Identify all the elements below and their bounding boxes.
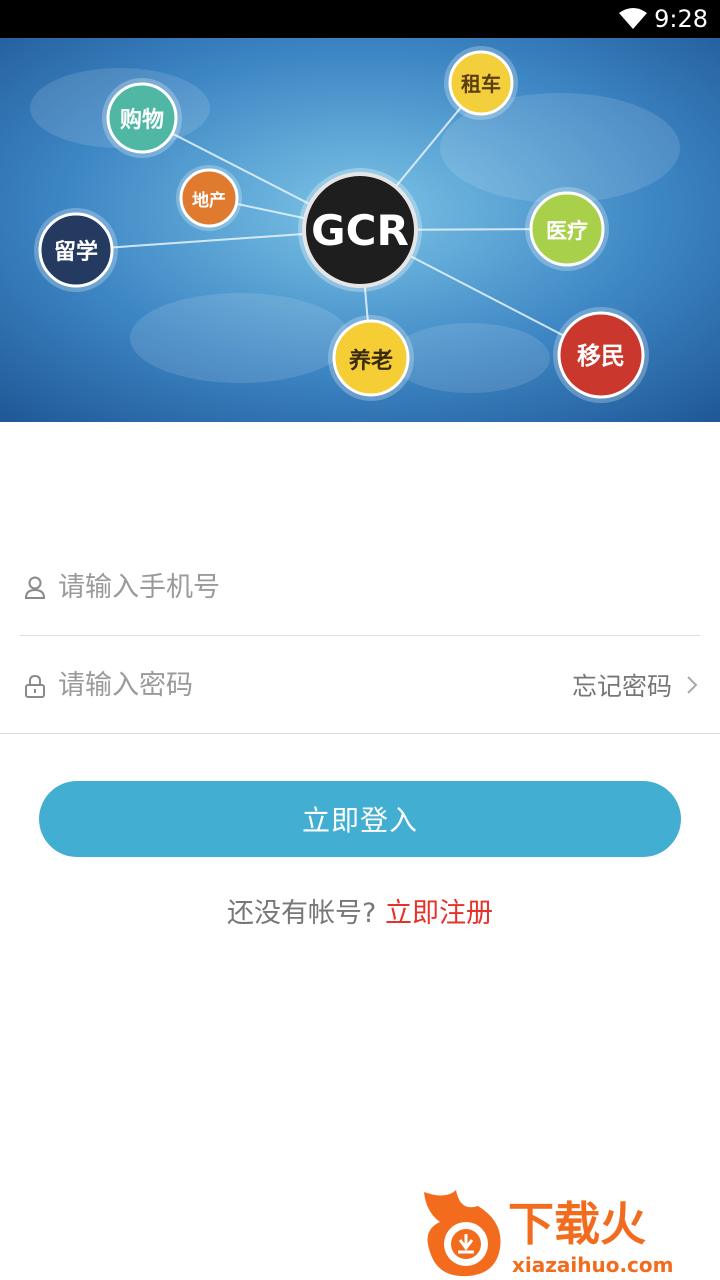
forgot-password-link[interactable]: 忘记密码 <box>572 658 698 712</box>
register-link[interactable]: 立即注册 <box>385 898 493 929</box>
node-car-rental-label: 租车 <box>461 72 501 96</box>
node-study-abroad: 留学 <box>34 208 118 292</box>
watermark-url: xiazaihuo.com <box>512 1253 674 1277</box>
center-logo: GCR <box>298 168 422 292</box>
node-immigration-label: 移民 <box>577 342 625 370</box>
banner-illustration: 购物 地产 留学 租车 医疗 移民 养老 GCR <box>0 38 720 422</box>
status-bar: 9:28 <box>0 0 720 38</box>
node-realestate-label: 地产 <box>192 190 226 211</box>
register-prompt: 还没有帐号? 立即注册 <box>0 892 720 936</box>
wifi-icon <box>619 8 647 29</box>
node-study-abroad-label: 留学 <box>54 239 98 265</box>
node-elderly-care-label: 养老 <box>348 348 393 374</box>
user-icon <box>24 576 46 599</box>
forgot-password-label: 忘记密码 <box>571 672 672 701</box>
node-realestate: 地产 <box>176 165 242 231</box>
node-car-rental: 租车 <box>444 46 518 120</box>
chevron-right-icon <box>687 676 698 694</box>
password-row: 忘记密码 <box>0 636 720 734</box>
node-shopping: 购物 <box>102 78 182 158</box>
flame-icon <box>424 1190 501 1277</box>
phone-row <box>0 538 720 636</box>
password-input[interactable] <box>58 658 498 712</box>
watermark-logo: 下载火 xiazaihuo.com <box>424 1190 674 1277</box>
login-button[interactable]: 立即登入 <box>39 781 681 857</box>
hero-banner: 购物 地产 留学 租车 医疗 移民 养老 GCR <box>0 38 720 422</box>
watermark-text: 下载火 <box>508 1197 646 1251</box>
center-logo-text: GCR <box>311 206 409 255</box>
status-time: 9:28 <box>654 5 708 33</box>
register-question: 还没有帐号? <box>227 898 377 929</box>
node-shopping-label: 购物 <box>120 107 164 133</box>
phone-input[interactable] <box>58 560 518 614</box>
lock-icon <box>25 674 45 698</box>
node-elderly-care: 养老 <box>328 315 414 401</box>
password-divider <box>0 733 720 734</box>
node-immigration: 移民 <box>553 307 649 403</box>
node-medical-label: 医疗 <box>546 219 588 243</box>
node-medical: 医疗 <box>525 187 609 271</box>
